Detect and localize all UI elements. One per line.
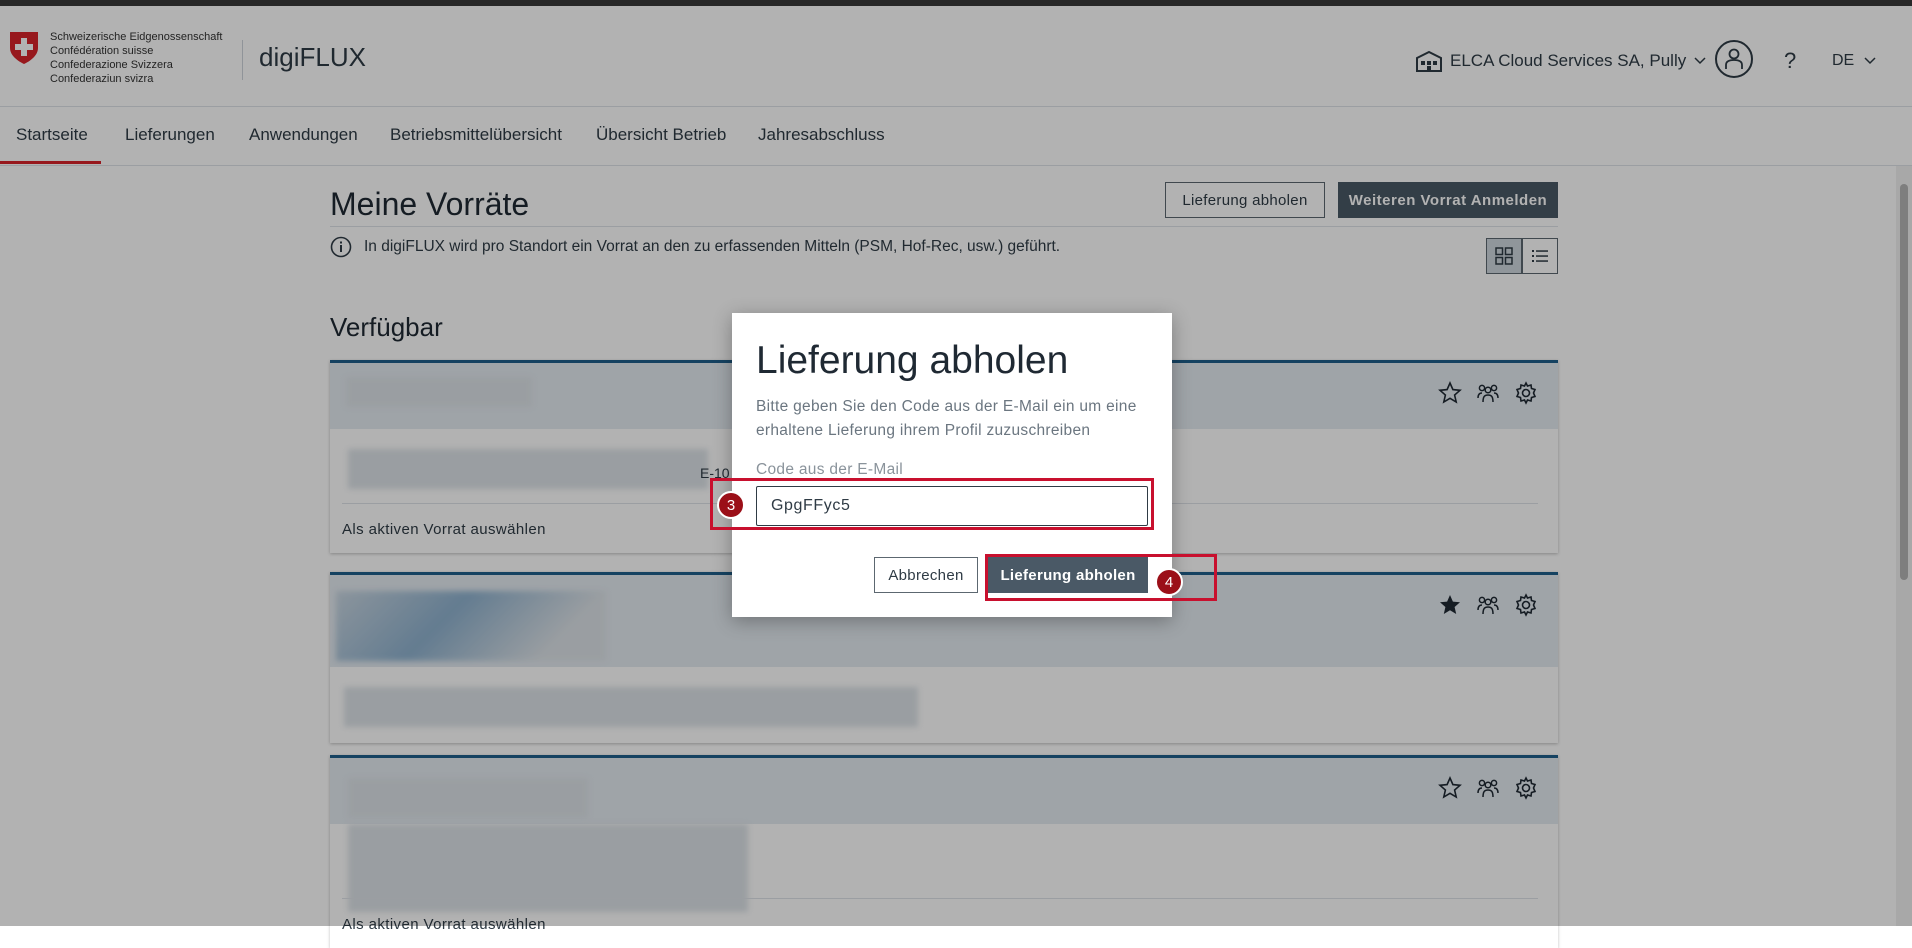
dialog-description: Bitte geben Sie den Code aus der E-Mail … bbox=[756, 398, 1137, 439]
cancel-button[interactable]: Abbrechen bbox=[874, 557, 978, 593]
code-field-label: Code aus der E-Mail bbox=[756, 461, 903, 478]
annotation-badge-3: 3 bbox=[717, 491, 745, 519]
dialog-title: Lieferung abholen bbox=[756, 339, 1069, 382]
annotation-box-input bbox=[710, 478, 1154, 530]
annotation-badge-4: 4 bbox=[1155, 568, 1183, 596]
